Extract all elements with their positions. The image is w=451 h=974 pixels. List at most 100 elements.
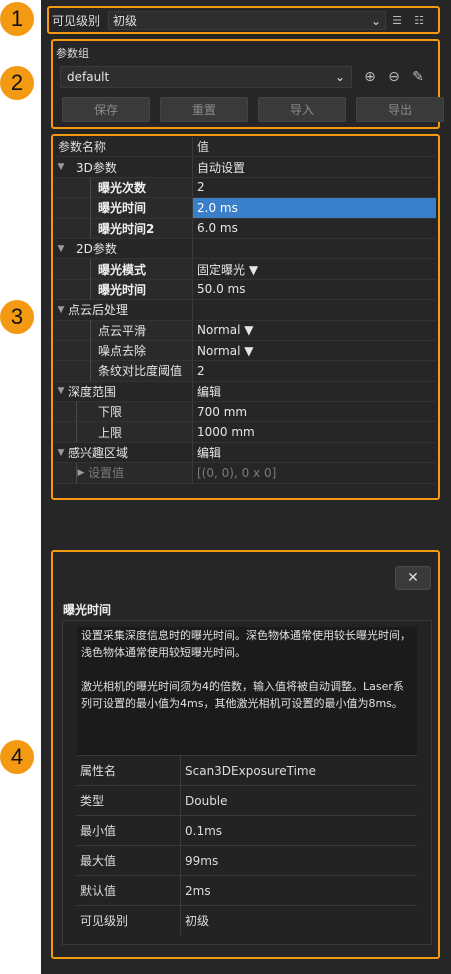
help-box: 设置采集深度信息时的曝光时间。深色物体通常使用较长曝光时间，浅色物体通常使用较短…	[62, 620, 432, 945]
table-row: 默认值 2ms	[77, 875, 417, 905]
table-row: 类型 Double	[77, 785, 417, 815]
table-row: 最小值 0.1ms	[77, 815, 417, 845]
reset-button[interactable]: 重置	[160, 97, 248, 122]
visibility-select[interactable]: 初级 ⌄	[108, 11, 386, 30]
tree-row[interactable]: 点云平滑 Normal ▼	[54, 320, 436, 341]
row-name: 感兴趣区域	[68, 446, 129, 461]
expand-triangle-icon[interactable]: ▼	[54, 448, 68, 458]
tree-row[interactable]: 上限 1000 mm	[54, 422, 436, 443]
prop-value: 初级	[185, 914, 210, 928]
remove-group-icon[interactable]: ⊖	[384, 66, 404, 88]
expand-all-icon[interactable]: ☷	[408, 11, 430, 30]
tree-row[interactable]: 曝光次数 2	[54, 177, 436, 199]
row-value[interactable]: 700 mm	[193, 402, 436, 421]
row-value: 自动设置	[197, 160, 246, 175]
tree-row[interactable]: 曝光模式 固定曝光 ▼	[54, 259, 436, 280]
row-value	[193, 300, 436, 319]
row-name: 深度范围	[68, 384, 117, 399]
parameter-tree: 参数名称 值 ▼ 3D参数 自动设置 曝光次数 2 曝光时间 2.0 ms 曝光时…	[54, 137, 436, 484]
row-name: 点云后处理	[68, 303, 129, 318]
prop-key: 类型	[77, 786, 181, 815]
row-name: 2D参数	[76, 242, 117, 257]
chevron-down-icon: ⌄	[334, 70, 345, 84]
row-name: 曝光次数	[98, 180, 147, 195]
row-value[interactable]: 6.0 ms	[193, 219, 436, 238]
row-name: 3D参数	[76, 160, 117, 175]
tree-row-2d[interactable]: ▼ 2D参数	[54, 238, 436, 260]
collapse-all-icon[interactable]: ☰	[386, 11, 408, 30]
tree-header: 参数名称 值	[54, 137, 436, 158]
row-value[interactable]: Normal ▼	[193, 321, 436, 340]
row-name: 噪点去除	[98, 344, 147, 359]
row-value[interactable]: 编辑	[193, 443, 436, 462]
tree-row-3d[interactable]: ▼ 3D参数 自动设置	[54, 157, 436, 178]
save-button[interactable]: 保存	[62, 97, 150, 122]
help-paragraph-2: 激光相机的曝光时间须为4的倍数，输入值将被自动调整。Laser系列可设置的最小值…	[81, 680, 404, 710]
tree-row-depth-range[interactable]: ▼ 深度范围 编辑	[54, 381, 436, 403]
row-name: 曝光时间2	[98, 221, 155, 236]
table-row: 最大值 99ms	[77, 845, 417, 875]
expand-triangle-icon[interactable]: ▼	[54, 386, 68, 396]
row-value	[193, 239, 436, 258]
tree-row[interactable]: 条纹对比度阈值 2	[54, 361, 436, 382]
row-name: 曝光时间	[98, 282, 147, 297]
callout-4: 4	[0, 740, 34, 774]
add-group-icon[interactable]: ⊕	[360, 66, 380, 88]
prop-key: 默认值	[77, 876, 181, 905]
prop-value: 2ms	[185, 883, 211, 898]
tree-row[interactable]: 下限 700 mm	[54, 402, 436, 423]
param-group-title: 参数组	[56, 47, 89, 60]
row-value[interactable]: 2	[193, 178, 436, 197]
prop-value: Double	[185, 793, 228, 808]
import-button[interactable]: 导入	[258, 97, 346, 122]
expand-triangle-icon[interactable]: ▼	[54, 305, 68, 315]
row-value[interactable]: Normal ▼	[193, 341, 436, 360]
help-paragraph-1: 设置采集深度信息时的曝光时间。深色物体通常使用较长曝光时间，浅色物体通常使用较短…	[81, 629, 411, 659]
row-name: 曝光模式	[98, 262, 147, 277]
prop-value: Scan3DExposureTime	[185, 763, 316, 778]
property-table: 属性名 Scan3DExposureTime 类型 Double 最小值 0.1ms …	[77, 755, 417, 935]
callout-2: 2	[0, 66, 34, 100]
row-name: 设置值	[88, 466, 125, 481]
row-value[interactable]: 1000 mm	[193, 422, 436, 441]
export-button[interactable]: 导出	[356, 97, 444, 122]
expand-triangle-icon[interactable]: ▼	[54, 244, 68, 254]
row-value[interactable]: 50.0 ms	[193, 280, 436, 299]
prop-key: 最大值	[77, 846, 181, 875]
row-name: 上限	[98, 425, 123, 440]
help-title: 曝光时间	[63, 603, 112, 617]
rename-group-icon[interactable]: ✎	[408, 66, 428, 88]
tree-row[interactable]: 噪点去除 Normal ▼	[54, 340, 436, 362]
header-name: 参数名称	[54, 137, 193, 157]
row-value[interactable]: 固定曝光 ▼	[193, 259, 436, 278]
visibility-bar: 可见级别 初级 ⌄ ☰ ☷	[52, 11, 438, 30]
tree-row[interactable]: 曝光时间 50.0 ms	[54, 279, 436, 301]
row-name: 点云平滑	[98, 323, 147, 338]
visibility-value: 初级	[113, 14, 138, 28]
row-name: 下限	[98, 405, 123, 420]
row-value: [(0, 0), 0 x 0]	[197, 465, 277, 480]
prop-key: 最小值	[77, 816, 181, 845]
prop-key: 属性名	[77, 756, 181, 785]
prop-key: 可见级别	[77, 906, 181, 935]
tree-row-roi[interactable]: ▼ 感兴趣区域 编辑	[54, 442, 436, 464]
prop-value: 99ms	[185, 853, 219, 868]
chevron-down-icon: ⌄	[370, 13, 381, 28]
expand-triangle-icon[interactable]: ▼	[54, 162, 68, 172]
prop-value: 0.1ms	[185, 823, 223, 838]
close-icon[interactable]: ✕	[395, 566, 431, 590]
param-group-select[interactable]: default ⌄	[60, 66, 352, 88]
row-name: 曝光时间	[98, 201, 147, 216]
row-name: 条纹对比度阈值	[98, 364, 183, 379]
param-group-value: default	[67, 70, 110, 84]
row-value[interactable]: 编辑	[193, 382, 436, 401]
row-value[interactable]: 2.0 ms	[193, 198, 436, 218]
tree-row-selected[interactable]: 曝光时间 2.0 ms	[54, 198, 436, 219]
tree-row-pointcloud[interactable]: ▼ 点云后处理	[54, 300, 436, 321]
table-row: 可见级别 初级	[77, 905, 417, 935]
row-value[interactable]: 2	[193, 361, 436, 380]
help-description: 设置采集深度信息时的曝光时间。深色物体通常使用较长曝光时间，浅色物体通常使用较短…	[77, 627, 417, 755]
header-value: 值	[197, 140, 210, 155]
tree-row[interactable]: 曝光时间2 6.0 ms	[54, 218, 436, 239]
visibility-label: 可见级别	[52, 14, 101, 28]
